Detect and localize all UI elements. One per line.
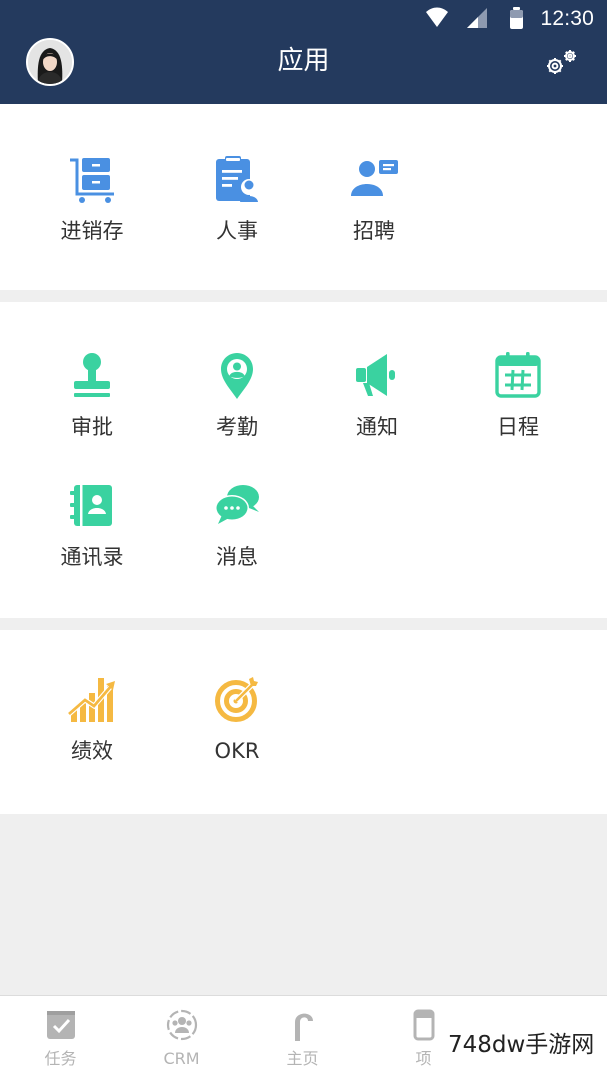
contacts-book-icon: [70, 485, 112, 526]
app-label: 通讯录: [60, 545, 124, 569]
app-header: 12:30 应用: [0, 0, 607, 104]
app-okr[interactable]: OKR: [187, 676, 287, 786]
wifi-icon: [426, 7, 448, 27]
app-personnel[interactable]: 人事: [187, 156, 287, 266]
watermark-text: 748dw手游网: [448, 1032, 595, 1058]
app-label: 消息: [216, 545, 258, 569]
tab-crm[interactable]: CRM: [121, 996, 242, 1080]
tab-tasks[interactable]: 任务: [0, 996, 121, 1080]
inventory-cart-icon: [70, 158, 114, 203]
app-inventory[interactable]: 进销存: [42, 156, 142, 266]
settings-button[interactable]: [542, 46, 582, 80]
app-label: 绩效: [71, 739, 113, 763]
watermark: 748dw手游网: [438, 1020, 607, 1080]
recruitment-person-card-icon: [351, 160, 398, 196]
performance-bar-chart-icon: [68, 678, 115, 722]
tab-label: 主页: [286, 1049, 319, 1068]
app-label: 审批: [71, 415, 113, 439]
page-title: 应用: [277, 46, 330, 76]
app-label: 通知: [356, 415, 398, 439]
app-notice[interactable]: 通知: [327, 352, 427, 462]
app-contacts[interactable]: 通讯录: [42, 482, 142, 592]
app-section-business: 进销存 人事 招聘: [0, 104, 607, 290]
tab-label: 任务: [44, 1049, 77, 1068]
app-section-office: 审批 考勤 通知 日程 通讯录 消息: [0, 302, 607, 618]
home-arch-icon: [295, 1013, 313, 1041]
notice-megaphone-icon: [356, 354, 395, 396]
personnel-clipboard-icon: [216, 156, 258, 202]
app-messages[interactable]: 消息: [187, 482, 287, 592]
app-performance[interactable]: 绩效: [42, 676, 142, 786]
okr-target-icon: [215, 677, 258, 722]
tab-label: CRM: [163, 1049, 200, 1068]
approval-stamp-icon: [74, 353, 110, 397]
app-recruitment[interactable]: 招聘: [324, 156, 424, 266]
task-check-icon: [47, 1011, 75, 1039]
tab-home[interactable]: 主页: [242, 996, 363, 1080]
app-label: 人事: [216, 219, 258, 243]
app-label: 进销存: [60, 219, 124, 243]
project-icon: [413, 1009, 435, 1041]
app-attendance[interactable]: 考勤: [187, 352, 287, 462]
app-approval[interactable]: 审批: [42, 352, 142, 462]
crm-people-icon: [166, 1009, 198, 1041]
app-schedule[interactable]: 日程: [468, 352, 568, 462]
messages-chat-bubbles-icon: [215, 485, 259, 524]
app-screen: 12:30 应用 进销存 人事 招聘 审批 考勤 通知 日程 通讯录 消息 绩效…: [0, 0, 607, 1080]
app-label: 考勤: [216, 415, 258, 439]
settings-gears-icon: [547, 50, 576, 74]
app-section-performance: 绩效 OKR: [0, 630, 607, 814]
app-label: OKR: [214, 739, 260, 763]
cell-signal-icon: [467, 8, 487, 28]
app-label: 日程: [497, 415, 539, 439]
status-bar: 12:30: [0, 0, 607, 36]
schedule-calendar-icon: [495, 352, 541, 398]
app-label: 招聘: [353, 219, 395, 243]
battery-icon: [510, 7, 523, 29]
attendance-location-pin-icon: [221, 353, 253, 399]
status-time: 12:30: [540, 7, 594, 30]
